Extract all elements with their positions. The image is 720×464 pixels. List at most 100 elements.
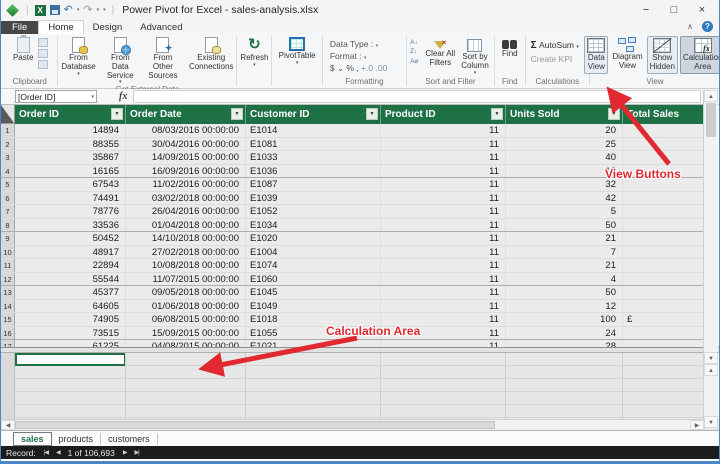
- cell-order-id[interactable]: 74491: [15, 192, 126, 205]
- cell-product-id[interactable]: 11: [381, 232, 506, 245]
- from-data-service-button[interactable]: From Data Service▾: [102, 36, 139, 85]
- select-all-corner[interactable]: [1, 105, 15, 124]
- prev-record-icon[interactable]: ◀: [56, 449, 60, 456]
- undo-dropdown-icon[interactable]: ▾: [77, 7, 80, 13]
- cell-customer-id[interactable]: E1036: [246, 165, 381, 178]
- name-box[interactable]: [Order ID] ▾: [15, 90, 97, 103]
- paste-button[interactable]: Paste: [11, 36, 35, 64]
- sort-za-button[interactable]: Z↓: [410, 48, 418, 55]
- row-number[interactable]: 16: [1, 327, 15, 340]
- tab-advanced[interactable]: Advanced: [131, 21, 191, 34]
- cell-product-id[interactable]: 11: [381, 300, 506, 313]
- cell-units-sold[interactable]: 25: [506, 138, 623, 151]
- cell-order-date[interactable]: 10/08/2018 00:00:00: [126, 259, 246, 272]
- calc-scroll-up-icon[interactable]: ▲: [704, 364, 718, 376]
- cell-customer-id[interactable]: E1081: [246, 138, 381, 151]
- row-number[interactable]: 2: [1, 138, 15, 151]
- cell-order-id[interactable]: 48917: [15, 246, 126, 259]
- cell-order-date[interactable]: 11/07/2015 00:00:00: [126, 273, 246, 286]
- cell-total-sales[interactable]: [623, 286, 704, 299]
- refresh-button[interactable]: ↻ Refresh▾: [238, 36, 270, 68]
- horizontal-scrollbar[interactable]: ◀ ▶: [1, 419, 719, 430]
- data-view-button[interactable]: Data View: [584, 36, 608, 74]
- cell-units-sold[interactable]: 40: [506, 151, 623, 164]
- tab-home[interactable]: Home: [38, 20, 83, 34]
- excel-icon[interactable]: X: [35, 5, 46, 16]
- cell-order-date[interactable]: 01/06/2018 00:00:00: [126, 300, 246, 313]
- scroll-left-icon[interactable]: ◀: [1, 420, 15, 430]
- cell-product-id[interactable]: 11: [381, 178, 506, 191]
- cell-customer-id[interactable]: E1014: [246, 124, 381, 137]
- from-database-button[interactable]: From Database▾: [59, 36, 97, 77]
- cell-customer-id[interactable]: E1033: [246, 151, 381, 164]
- first-record-icon[interactable]: |◀: [44, 449, 48, 456]
- cell-total-sales[interactable]: [623, 246, 704, 259]
- row-number[interactable]: 6: [1, 192, 15, 205]
- cell-product-id[interactable]: 11: [381, 165, 506, 178]
- cell-order-id[interactable]: 73515: [15, 327, 126, 340]
- row-number[interactable]: 8: [1, 219, 15, 232]
- cell-order-id[interactable]: 14894: [15, 124, 126, 137]
- table-row[interactable]: 77877626/04/2016 00:00:00E1052115: [1, 205, 704, 219]
- cell-order-id[interactable]: 67543: [15, 178, 126, 191]
- column-header-customer-id[interactable]: Customer ID▼: [246, 105, 381, 124]
- collapse-ribbon-icon[interactable]: ∧: [687, 22, 693, 31]
- cell-customer-id[interactable]: E1087: [246, 178, 381, 191]
- filter-dropdown-icon[interactable]: ▼: [608, 108, 620, 120]
- cell-total-sales[interactable]: [623, 327, 704, 340]
- column-header-order-id[interactable]: Order ID▼: [15, 105, 126, 124]
- maximize-button[interactable]: □: [667, 4, 681, 16]
- cell-units-sold[interactable]: 42: [506, 192, 623, 205]
- calc-scroll-down-icon[interactable]: ▼: [704, 416, 718, 428]
- cell-units-sold[interactable]: 4: [506, 273, 623, 286]
- cell-order-id[interactable]: 45377: [15, 286, 126, 299]
- table-row[interactable]: 83353601/04/2018 00:00:00E10341150: [1, 219, 704, 233]
- cell-total-sales[interactable]: £: [623, 313, 704, 326]
- cell-order-date[interactable]: 30/04/2016 00:00:00: [126, 138, 246, 151]
- scroll-right-icon[interactable]: ▶: [690, 420, 704, 430]
- row-number[interactable]: 4: [1, 165, 15, 178]
- cell-total-sales[interactable]: [623, 138, 704, 151]
- row-number[interactable]: 10: [1, 246, 15, 259]
- cell-product-id[interactable]: 11: [381, 246, 506, 259]
- row-number[interactable]: 13: [1, 286, 15, 299]
- cell-product-id[interactable]: 11: [381, 340, 506, 347]
- row-number[interactable]: 17: [1, 340, 15, 347]
- cell-total-sales[interactable]: [623, 340, 704, 347]
- cell-product-id[interactable]: 11: [381, 286, 506, 299]
- show-hidden-button[interactable]: Show Hidden: [647, 36, 678, 74]
- vertical-scroll-thumb[interactable]: [706, 103, 716, 137]
- table-row[interactable]: 56754311/02/2016 00:00:00E10871132: [1, 178, 704, 192]
- tab-design[interactable]: Design: [84, 21, 132, 34]
- cell-order-date[interactable]: 08/03/2016 00:00:00: [126, 124, 246, 137]
- column-header-order-date[interactable]: Order Date▼: [126, 105, 246, 124]
- cell-total-sales[interactable]: [623, 124, 704, 137]
- row-number[interactable]: 15: [1, 313, 15, 326]
- data-type-dropdown[interactable]: Data Type : ▾: [330, 39, 378, 49]
- sort-az-button[interactable]: A↓: [410, 39, 418, 46]
- table-row[interactable]: 95045214/10/2018 00:00:00E10201121: [1, 232, 704, 246]
- create-kpi-button[interactable]: Create KPI: [531, 54, 573, 64]
- paste-append-icon[interactable]: [38, 38, 48, 47]
- cell-total-sales[interactable]: [623, 151, 704, 164]
- cell-order-date[interactable]: 04/08/2015 00:00:00: [126, 340, 246, 347]
- cell-order-date[interactable]: 14/09/2015 00:00:00: [126, 151, 246, 164]
- redo-dropdown-icon[interactable]: ▾: [97, 7, 100, 13]
- close-button[interactable]: ×: [695, 4, 709, 16]
- table-row[interactable]: 67449103/02/2018 00:00:00E10391142: [1, 192, 704, 206]
- redo-icon[interactable]: ↷: [83, 5, 92, 15]
- cell-units-sold[interactable]: 21: [506, 232, 623, 245]
- calculation-area-button[interactable]: Calculation Area: [680, 36, 720, 74]
- cell-units-sold[interactable]: 100: [506, 313, 623, 326]
- scroll-up-icon[interactable]: ▲: [704, 90, 718, 102]
- cell-product-id[interactable]: 11: [381, 273, 506, 286]
- tab-file[interactable]: File: [1, 21, 38, 34]
- cell-order-date[interactable]: 11/02/2016 00:00:00: [126, 178, 246, 191]
- row-number[interactable]: 1: [1, 124, 15, 137]
- row-number[interactable]: 11: [1, 259, 15, 272]
- format-dropdown[interactable]: Format : ▾: [330, 51, 367, 61]
- row-number[interactable]: 9: [1, 232, 15, 245]
- cell-customer-id[interactable]: E1034: [246, 219, 381, 232]
- diagram-view-button[interactable]: Diagram View: [610, 36, 644, 72]
- column-header-total-sales[interactable]: Total Sales▼: [623, 105, 704, 124]
